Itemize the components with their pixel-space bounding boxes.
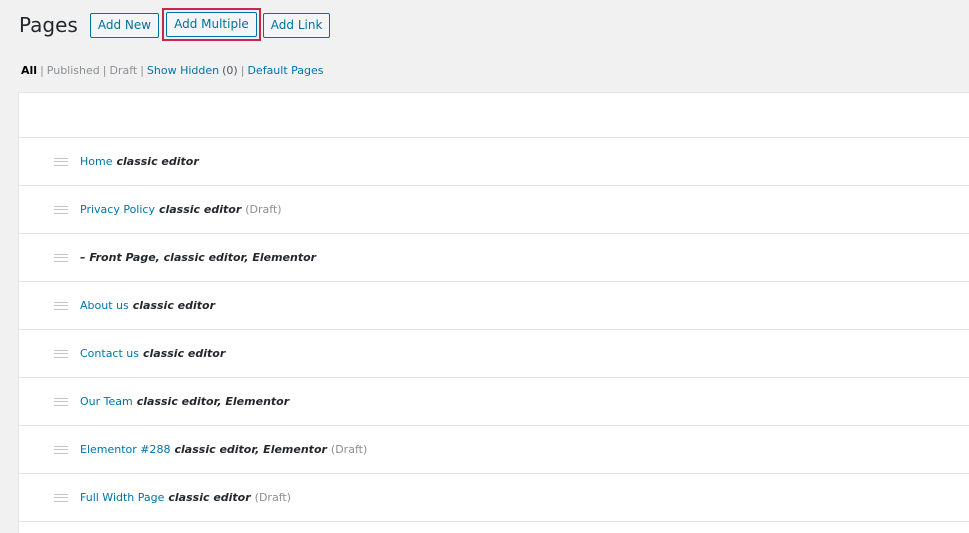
list-item[interactable]: Full Width Page classic editor (Draft) [19,474,969,522]
list-item[interactable]: Our Team classic editor, Elementor [19,378,969,426]
filter-separator: | [102,64,107,77]
page-states: classic editor [116,155,199,168]
page-title-link[interactable]: Privacy Policy [80,203,155,216]
filter-separator: | [140,64,144,77]
page-states: classic editor [143,347,226,360]
list-item[interactable]: Contact us classic editor [19,330,969,378]
filter-default-pages[interactable]: Default Pages [247,64,323,77]
drag-handle-icon[interactable] [54,253,68,262]
add-new-button[interactable]: Add New [89,12,160,38]
page-title: Pages [19,13,78,37]
drag-handle-icon[interactable] [54,301,68,310]
page-title-link[interactable]: About us [80,299,129,312]
list-header [19,93,969,138]
pages-list-panel: Home classic editor Privacy Policy class… [18,92,969,533]
page-states: classic editor, Elementor [136,395,290,408]
list-item[interactable]: – Front Page, classic editor, Elementor [19,234,969,282]
page-states: classic editor [168,491,251,504]
page-status: (Draft) [254,491,291,504]
list-item[interactable]: Home classic editor [19,138,969,186]
filter-show-hidden[interactable]: Show Hidden [147,64,219,77]
list-item[interactable]: Elementor #288 classic editor, Elementor… [19,426,969,474]
page-states: classic editor [158,203,242,216]
page-title-link[interactable]: Full Width Page [80,491,164,504]
list-item[interactable]: Privacy Policy classic editor (Draft) [19,186,969,234]
page-states: – Front Page, classic editor, Elementor [80,251,317,264]
page-status: (Draft) [330,443,368,456]
page-title-link[interactable]: Home [80,155,112,168]
status-filters: All | Published | Draft | Show Hidden (0) | Defau… [21,64,324,77]
page-title-link[interactable]: Contact us [80,347,139,360]
filter-published[interactable]: Published [47,64,100,77]
drag-handle-icon[interactable] [54,157,68,166]
drag-handle-icon[interactable] [54,349,68,358]
show-hidden-count: (0) [222,64,238,77]
page-states: classic editor, Elementor [174,443,327,456]
filter-all[interactable]: All [21,64,37,77]
drag-handle-icon[interactable] [54,397,68,406]
filter-separator: | [40,64,44,77]
list-item[interactable]: About us classic editor [19,282,969,330]
add-multiple-highlight: Add Multiple [162,7,261,41]
add-multiple-button[interactable]: Add Multiple [166,11,257,37]
filter-separator: | [240,64,245,77]
drag-handle-icon[interactable] [54,205,68,214]
page-header: Pages Add New Add Multiple Add Link [19,7,335,41]
page-title-link[interactable]: Elementor #288 [80,443,171,456]
drag-handle-icon[interactable] [54,445,68,454]
filter-draft[interactable]: Draft [109,64,137,77]
page-states: classic editor [132,299,216,312]
page-title-link[interactable]: Our Team [80,395,133,408]
drag-handle-icon[interactable] [54,493,68,502]
add-link-button[interactable]: Add Link [262,12,331,38]
page-status: (Draft) [245,203,282,216]
